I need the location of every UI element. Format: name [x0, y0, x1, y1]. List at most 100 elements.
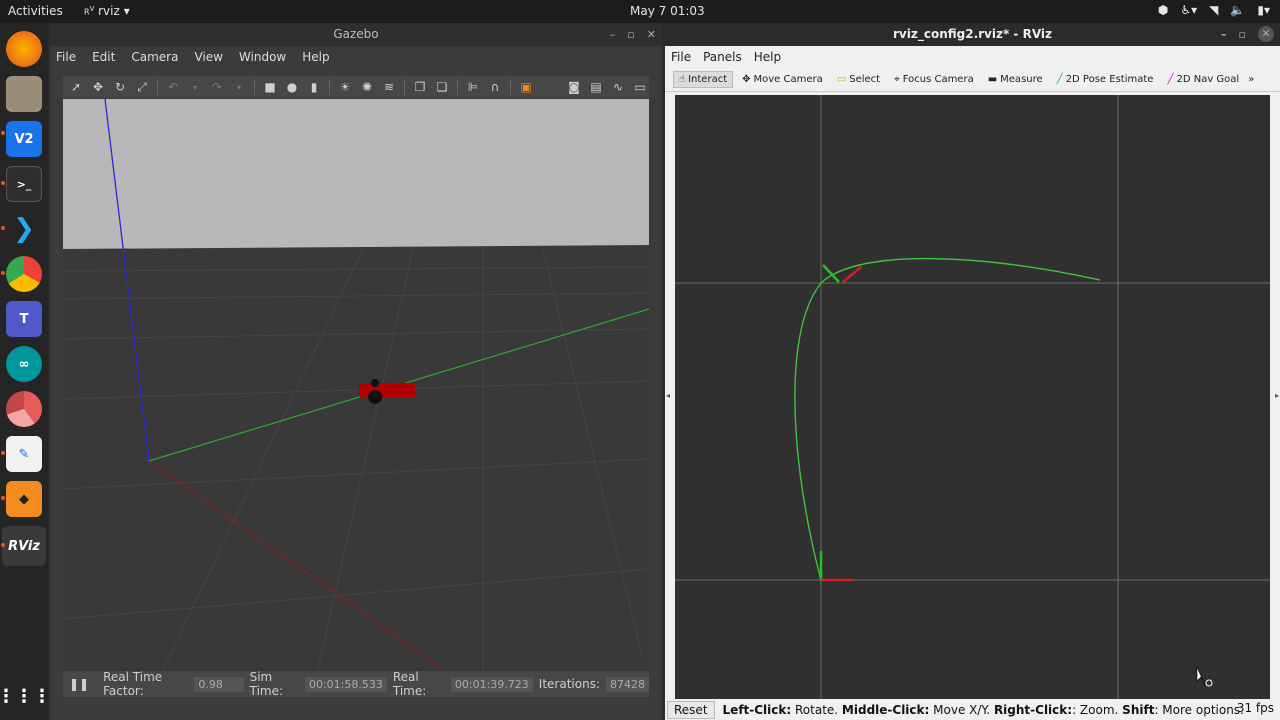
- nav-goal-tool[interactable]: ╱ 2D Nav Goal: [1162, 72, 1244, 87]
- close-icon[interactable]: ✕: [647, 23, 656, 46]
- tool-label: Move Camera: [753, 74, 823, 85]
- shield-icon[interactable]: ⬢: [1158, 3, 1168, 17]
- wifi-icon[interactable]: ◥: [1209, 3, 1218, 17]
- crosshair-icon: ⌖: [894, 74, 900, 85]
- rotate-mode-icon[interactable]: ↻: [111, 78, 129, 96]
- toolbar-separator: [157, 79, 158, 95]
- hand-icon: ☝: [679, 74, 686, 85]
- align-icon[interactable]: ⊫: [464, 78, 482, 96]
- menu-window[interactable]: Window: [239, 50, 286, 64]
- arduino-icon[interactable]: ∞: [6, 346, 42, 382]
- files-icon[interactable]: [6, 76, 42, 112]
- maximize-icon[interactable]: ▫: [627, 23, 634, 46]
- scale-mode-icon[interactable]: ⤢: [133, 78, 151, 96]
- toolbar-separator: [457, 79, 458, 95]
- toolbar-separator: [510, 79, 511, 95]
- text-editor-icon[interactable]: ✎: [6, 436, 42, 472]
- real-time-label: Real Time:: [392, 670, 427, 698]
- clock[interactable]: May 7 01:03: [630, 4, 705, 18]
- cylinder-shape-icon[interactable]: ▮: [305, 78, 323, 96]
- menu-file[interactable]: File: [56, 50, 76, 64]
- shift-label: Shift: [1122, 702, 1155, 717]
- menu-help[interactable]: Help: [302, 50, 329, 64]
- rviz-icon[interactable]: RViz: [2, 526, 46, 566]
- spot-light-icon[interactable]: ✺: [358, 78, 376, 96]
- box-shape-icon[interactable]: ■: [261, 78, 279, 96]
- gazebo-icon[interactable]: ◆: [6, 481, 42, 517]
- right-click-text: : Zoom.: [1072, 702, 1123, 717]
- interact-tool[interactable]: ☝ Interact: [673, 71, 734, 88]
- menu-view[interactable]: View: [194, 50, 222, 64]
- show-applications-icon[interactable]: ⋮⋮⋮: [0, 678, 51, 714]
- directional-light-icon[interactable]: ≋: [380, 78, 398, 96]
- firefox-icon[interactable]: [6, 31, 42, 67]
- ground-plane: [63, 245, 649, 691]
- left-dock-collapse-icon[interactable]: ◂: [666, 391, 670, 400]
- reset-button[interactable]: Reset: [667, 700, 715, 719]
- vscode-icon[interactable]: ❯: [6, 211, 42, 247]
- top-bar: Activities RV rviz ▾ May 7 01:03 ⬢ ♿▾ ◥ …: [0, 0, 1280, 23]
- disk-usage-icon[interactable]: [6, 391, 42, 427]
- accessibility-icon[interactable]: ♿▾: [1180, 3, 1197, 17]
- desktop: Activities RV rviz ▾ May 7 01:03 ⬢ ♿▾ ◥ …: [0, 0, 1280, 720]
- close-icon[interactable]: ✕: [1258, 26, 1274, 42]
- right-dock-collapse-icon[interactable]: ▸: [1275, 391, 1279, 400]
- vnc-viewer-icon[interactable]: V2: [6, 121, 42, 157]
- pause-icon[interactable]: ❚❚: [69, 677, 89, 691]
- real-time-value: 00:01:39.723: [450, 676, 533, 692]
- mouse-cursor: [1196, 666, 1213, 687]
- tool-label: Focus Camera: [902, 74, 974, 85]
- select-tool[interactable]: ▭ Select: [832, 72, 885, 87]
- ruler-icon: ▬: [987, 74, 998, 85]
- system-tray[interactable]: ⬢ ♿▾ ◥ 🔈 ▮▾: [1158, 3, 1270, 17]
- origin-axes: [819, 551, 853, 582]
- teams-icon[interactable]: T: [6, 301, 42, 337]
- toolbar-overflow-icon[interactable]: »: [1248, 74, 1254, 85]
- measure-tool[interactable]: ▬ Measure: [983, 72, 1048, 87]
- minimize-icon[interactable]: –: [1221, 23, 1227, 46]
- battery-icon[interactable]: ▮▾: [1257, 3, 1270, 17]
- undo-icon[interactable]: ↶: [164, 78, 182, 96]
- copy-icon[interactable]: ❐: [411, 78, 429, 96]
- rtf-value: 0.98: [194, 676, 244, 692]
- menu-help[interactable]: Help: [754, 50, 781, 64]
- rviz-titlebar[interactable]: rviz_config2.rviz* - RViz – ▫ ✕: [665, 23, 1280, 46]
- menu-panels[interactable]: Panels: [703, 50, 742, 64]
- select-mode-icon[interactable]: ➚: [67, 78, 85, 96]
- point-light-icon[interactable]: ☀: [336, 78, 354, 96]
- gazebo-titlebar[interactable]: Gazebo – ▫ ✕: [50, 23, 662, 46]
- minimize-icon[interactable]: –: [610, 23, 616, 46]
- menu-file[interactable]: File: [671, 50, 691, 64]
- rviz-3d-view[interactable]: [675, 95, 1270, 699]
- plot-icon[interactable]: ∿: [609, 78, 627, 96]
- toolbar-separator: [254, 79, 255, 95]
- chrome-icon[interactable]: [6, 256, 42, 292]
- terminal-icon[interactable]: >_: [6, 166, 42, 202]
- sphere-shape-icon[interactable]: ●: [283, 78, 301, 96]
- redo-icon[interactable]: ↷: [208, 78, 226, 96]
- move-icon: ✥: [742, 74, 751, 85]
- activities-button[interactable]: Activities: [8, 4, 63, 18]
- video-record-icon[interactable]: ▭: [631, 78, 649, 96]
- redo-dropdown-icon[interactable]: ▾: [230, 78, 248, 96]
- menu-camera[interactable]: Camera: [131, 50, 178, 64]
- focus-camera-tool[interactable]: ⌖ Focus Camera: [889, 72, 979, 87]
- left-click-text: Rotate.: [791, 702, 842, 717]
- snap-icon[interactable]: ∩: [486, 78, 504, 96]
- paste-icon[interactable]: ❏: [433, 78, 451, 96]
- move-camera-tool[interactable]: ✥ Move Camera: [737, 72, 828, 87]
- pose-estimate-tool[interactable]: ╱ 2D Pose Estimate: [1052, 72, 1159, 87]
- volume-icon[interactable]: 🔈: [1230, 3, 1245, 17]
- screenshot-icon[interactable]: ◙: [565, 78, 583, 96]
- app-menu[interactable]: RV rviz ▾: [84, 4, 130, 18]
- maximize-icon[interactable]: ▫: [1239, 23, 1246, 46]
- gazebo-3d-scene[interactable]: [63, 99, 649, 691]
- planned-path: [794, 257, 1101, 581]
- view-angle-icon[interactable]: ▣: [517, 78, 535, 96]
- toolbar-separator: [404, 79, 405, 95]
- translate-mode-icon[interactable]: ✥: [89, 78, 107, 96]
- log-icon[interactable]: ▤: [587, 78, 605, 96]
- menu-edit[interactable]: Edit: [92, 50, 115, 64]
- rviz-small-icon: RV: [84, 5, 95, 17]
- undo-dropdown-icon[interactable]: ▾: [186, 78, 204, 96]
